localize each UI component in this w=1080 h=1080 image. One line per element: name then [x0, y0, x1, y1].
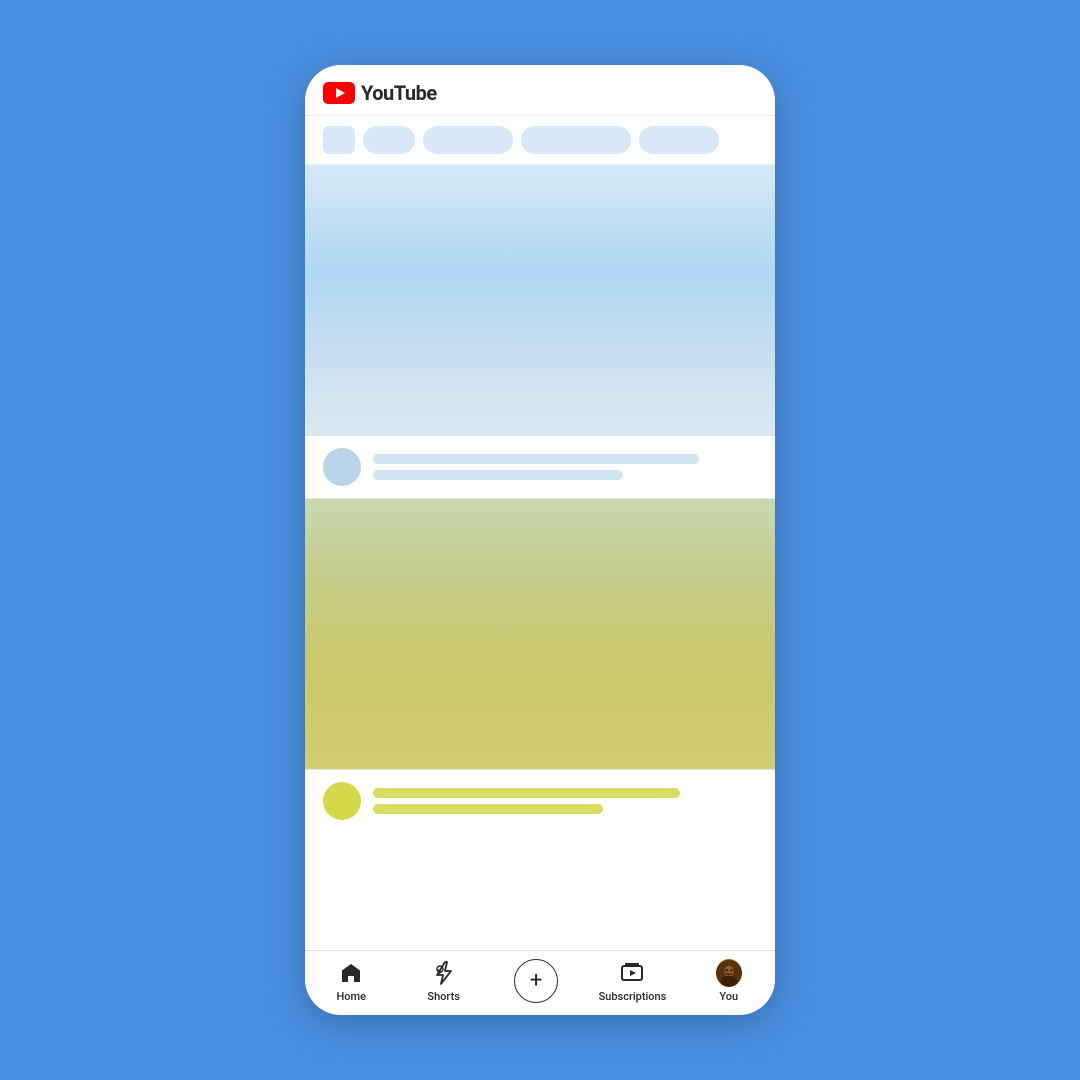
channel-avatar-1	[323, 448, 361, 486]
subscriptions-icon	[619, 960, 645, 986]
nav-label-home: Home	[336, 990, 366, 1003]
video-meta-2	[305, 770, 775, 832]
video-subtitle-line-2	[373, 804, 603, 814]
profile-icon	[716, 960, 742, 986]
bottom-nav: Home Shorts +	[305, 950, 775, 1015]
youtube-logo[interactable]: YouTube	[323, 81, 437, 105]
video-info-2	[373, 788, 757, 814]
video-thumbnail-2[interactable]	[305, 499, 775, 769]
video-title-line-2	[373, 788, 680, 798]
video-title-line-1	[373, 454, 699, 464]
nav-label-shorts: Shorts	[427, 990, 460, 1003]
yt-play-icon	[323, 82, 355, 104]
phone-frame: YouTube	[305, 65, 775, 1015]
home-icon	[338, 960, 364, 986]
filter-chip-4[interactable]	[639, 126, 719, 154]
nav-item-you[interactable]: You	[699, 960, 759, 1003]
filter-chip-2[interactable]	[423, 126, 513, 154]
filter-chip-square[interactable]	[323, 126, 355, 154]
filter-chip-3[interactable]	[521, 126, 631, 154]
nav-label-subscriptions: Subscriptions	[599, 990, 667, 1003]
nav-label-you: You	[719, 990, 738, 1003]
filter-chips-row	[305, 116, 775, 165]
create-button[interactable]: +	[514, 959, 558, 1003]
filter-chip-1[interactable]	[363, 126, 415, 154]
video-thumbnail-1[interactable]	[305, 165, 775, 435]
content-area	[305, 165, 775, 950]
nav-item-shorts[interactable]: Shorts	[414, 960, 474, 1003]
channel-avatar-2	[323, 782, 361, 820]
plus-icon: +	[530, 970, 542, 992]
video-subtitle-line-1	[373, 470, 623, 480]
app-header: YouTube	[305, 65, 775, 116]
youtube-wordmark: YouTube	[361, 81, 437, 105]
nav-item-create[interactable]: +	[506, 959, 566, 1003]
nav-item-home[interactable]: Home	[321, 960, 381, 1003]
video-info-1	[373, 454, 757, 480]
video-meta-1	[305, 436, 775, 498]
user-avatar	[716, 959, 742, 987]
nav-item-subscriptions[interactable]: Subscriptions	[599, 960, 667, 1003]
shorts-icon	[431, 960, 457, 986]
